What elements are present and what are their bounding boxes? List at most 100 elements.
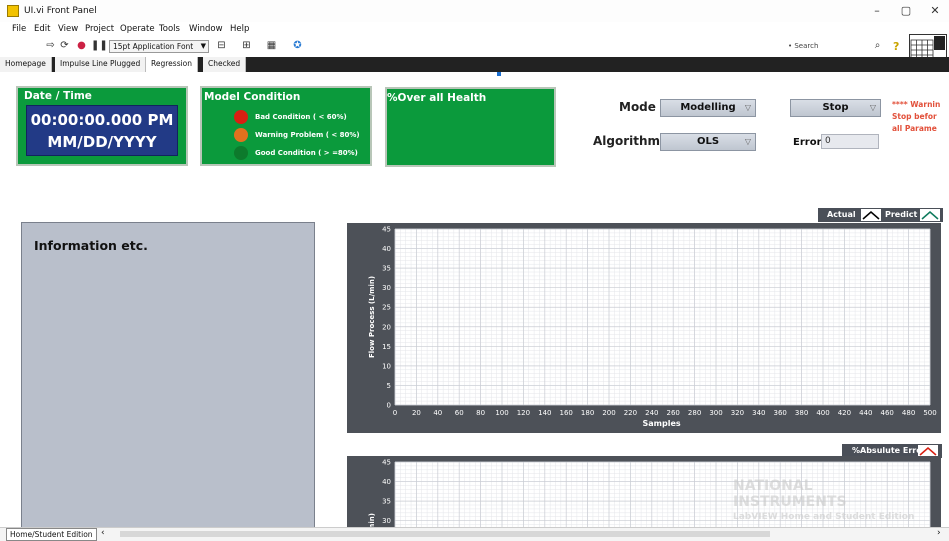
x-axis-label: Samples	[643, 419, 681, 428]
x-tick-label: 60	[455, 409, 464, 417]
y-tick-label: 45	[382, 459, 391, 467]
x-tick-label: 20	[412, 409, 421, 417]
run-arrow-icon[interactable]: ⇨	[44, 40, 57, 52]
font-select-label: 15pt Application Font	[113, 42, 194, 51]
flow-process-plot: 0 20 40 60 80 100 120 140 160 180 200 220 240 260 280 3…	[368, 226, 937, 429]
plot-legend[interactable]: Actual Predict	[818, 208, 943, 222]
y-tick-label: 30	[382, 284, 391, 292]
x-tick-label: 340	[752, 409, 765, 417]
y-tick-label: 0	[387, 402, 391, 410]
x-tick-label: 320	[731, 409, 744, 417]
x-tick-label: 260	[667, 409, 680, 417]
scroll-right-icon[interactable]: ›	[937, 528, 941, 538]
tab-homepage[interactable]: Homepage	[0, 57, 52, 72]
absolute-error-chart: 30 35 40 45 min)	[347, 456, 941, 541]
legend-predict-label: Predict	[885, 210, 918, 219]
menu-help[interactable]: Help	[230, 24, 249, 34]
algorithm-label: Algorithm	[593, 134, 661, 148]
run-continuous-icon[interactable]: ⟳	[58, 40, 71, 52]
mode-select[interactable]: Modelling ▽	[660, 99, 756, 117]
legend-predict-swatch	[920, 209, 940, 221]
stop-label: Stop	[822, 102, 849, 113]
bad-condition-label: Bad Condition ( < 60%)	[255, 113, 347, 121]
error-label: Error	[793, 137, 822, 148]
algorithm-select[interactable]: OLS ▽	[660, 133, 756, 151]
x-tick-label: 100	[495, 409, 508, 417]
scroll-left-icon[interactable]: ‹	[101, 528, 105, 538]
datetime-title: Date / Time	[24, 90, 92, 102]
restore-button[interactable]: ▢	[891, 3, 921, 19]
x-tick-label: 120	[517, 409, 530, 417]
stop-button[interactable]: Stop ▽	[790, 99, 881, 117]
horizontal-scrollbar[interactable]	[120, 531, 770, 537]
distribute-objects-icon[interactable]: ⊞	[240, 40, 253, 52]
y-tick-label: 20	[382, 323, 391, 331]
mode-label: Mode	[619, 100, 656, 114]
y-tick-label: 30	[382, 517, 391, 525]
x-tick-label: 200	[602, 409, 615, 417]
menu-file[interactable]: File	[12, 24, 26, 34]
menu-project[interactable]: Project	[85, 24, 114, 34]
y-tick-label: 5	[387, 382, 391, 390]
y-tick-label: 35	[382, 265, 391, 273]
y-tick-label: 45	[382, 226, 391, 234]
x-tick-label: 40	[433, 409, 442, 417]
title-bar	[0, 0, 949, 22]
model-condition-title: Model Condition	[204, 91, 301, 103]
y-tick-label: 40	[382, 478, 391, 486]
resize-objects-icon[interactable]: ▦	[265, 40, 278, 52]
algorithm-value: OLS	[696, 136, 720, 147]
legend-actual-label: Actual	[827, 210, 856, 219]
warning-line-2: Stop befor	[892, 112, 937, 121]
information-title: Information etc.	[34, 238, 148, 253]
good-condition-label: Good Condition ( > =80%)	[255, 149, 358, 157]
minimize-button[interactable]: –	[862, 3, 892, 19]
chevron-down-icon: ▽	[744, 103, 751, 112]
error-indicator: 0	[821, 134, 879, 149]
x-tick-label: 380	[795, 409, 808, 417]
search-placeholder: Search	[794, 42, 819, 50]
reorder-icon[interactable]: ✪	[291, 40, 304, 52]
watermark-line-1: NATIONAL	[733, 478, 813, 494]
datetime-display: 00:00:00.000 PM MM/DD/YYYY	[26, 105, 178, 156]
help-icon[interactable]: ?	[893, 40, 899, 53]
overall-health-title: %Over all Health	[387, 92, 487, 104]
close-button[interactable]: ✕	[920, 3, 949, 19]
x-tick-label: 500	[923, 409, 936, 417]
warning-line-1: **** Warnin	[892, 100, 941, 109]
font-select[interactable]: 15pt Application Font ▼	[109, 40, 209, 53]
menu-edit[interactable]: Edit	[34, 24, 50, 34]
tab-checked[interactable]: Checked	[203, 57, 247, 72]
tab-regression[interactable]: Regression	[146, 57, 199, 72]
search-icon[interactable]: ⌕	[871, 40, 884, 52]
abort-icon[interactable]: ●	[75, 40, 88, 52]
x-tick-label: 280	[688, 409, 701, 417]
labview-app-icon	[7, 5, 19, 17]
absolute-error-plot: 30354045min)	[368, 459, 931, 541]
x-tick-label: 220	[624, 409, 637, 417]
chevron-down-icon: ▽	[744, 137, 751, 146]
tab-impulse-line-plugged[interactable]: Impulse Line Plugged	[55, 57, 147, 72]
legend-error-label: %Absulute Error	[852, 446, 926, 455]
x-tick-label: 140	[538, 409, 551, 417]
y-tick-label: 10	[382, 362, 391, 370]
y-tick-label: 35	[382, 498, 391, 506]
flow-process-chart: 0 20 40 60 80 100 120 140 160 180 200 220 240 260 280 3…	[347, 223, 941, 433]
date-value: MM/DD/YYYY	[47, 133, 157, 151]
menu-window[interactable]: Window	[189, 24, 223, 34]
x-tick-label: 460	[881, 409, 894, 417]
menu-view[interactable]: View	[58, 24, 78, 34]
x-tick-label: 160	[560, 409, 573, 417]
watermark-line-2: INSTRUMENTS	[733, 494, 847, 510]
menu-operate[interactable]: Operate	[120, 24, 155, 34]
good-condition-led	[234, 146, 248, 160]
x-tick-label: 80	[476, 409, 485, 417]
warning-condition-label: Warning Problem ( < 80%)	[255, 131, 360, 139]
pause-icon[interactable]: ❚❚	[91, 40, 108, 52]
x-tick-label: 440	[859, 409, 872, 417]
align-objects-icon[interactable]: ⊟	[215, 40, 228, 52]
menu-tools[interactable]: Tools	[159, 24, 180, 34]
x-tick-label: 400	[816, 409, 829, 417]
context-tab[interactable]: Home/Student Edition	[6, 528, 97, 541]
time-value: 00:00:00.000 PM	[30, 111, 174, 129]
